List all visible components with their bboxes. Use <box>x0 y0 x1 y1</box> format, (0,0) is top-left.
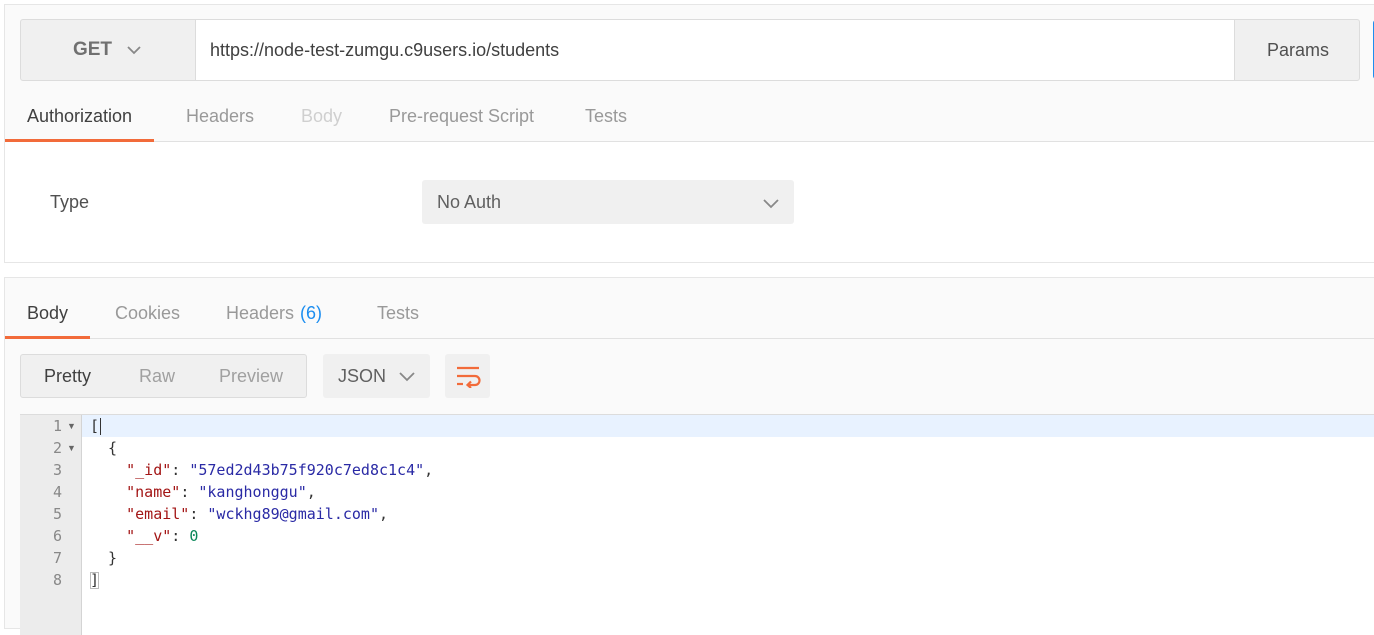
code-text: { <box>90 439 118 457</box>
tab-cookies[interactable]: Cookies <box>115 288 180 338</box>
request-tabs: Authorization Headers Body Pre-request S… <box>5 91 1374 142</box>
format-value: JSON <box>338 365 387 386</box>
tab-response-headers[interactable]: Headers (6) <box>226 288 322 338</box>
response-panel: Body Cookies Headers (6) Tests Pretty Ra… <box>4 277 1374 635</box>
fold-toggle-icon[interactable]: ▼ <box>67 437 77 459</box>
view-mode-label: Pretty <box>44 365 92 386</box>
json-value: "kanghonggu" <box>198 483 307 501</box>
view-mode-label: Preview <box>219 365 284 386</box>
code-line: "__v": 0 <box>126 527 199 545</box>
json-value: "57ed2d43b75f920c7ed8c1c4" <box>189 461 425 479</box>
url-input[interactable]: https://node-test-zumgu.c9users.io/stude… <box>195 20 1235 80</box>
json-key: "name" <box>126 483 181 501</box>
tab-label: Tests <box>585 105 628 126</box>
auth-type-label: Type <box>50 192 90 212</box>
bracket-match-marker <box>90 572 100 589</box>
code-line: ] <box>82 569 1374 591</box>
code-punct: , <box>424 461 434 479</box>
url-bar: GET https://node-test-zumgu.c9users.io/s… <box>20 19 1360 81</box>
view-mode-group: Pretty Raw Preview <box>20 354 307 398</box>
line-number: 4 <box>52 483 62 501</box>
line-number: 3 <box>52 461 62 479</box>
tab-pre-request-script[interactable]: Pre-request Script <box>389 91 534 141</box>
line-number: 7 <box>52 549 62 567</box>
chevron-down-icon <box>763 199 779 209</box>
tab-tests[interactable]: Tests <box>585 91 627 141</box>
line-number: 6 <box>52 527 62 545</box>
auth-type-select[interactable]: No Auth <box>422 180 794 224</box>
line-number-gutter: 1 ▼ 2 ▼ 3 4 5 6 7 8 <box>20 415 82 635</box>
json-value: 0 <box>189 527 199 545</box>
view-mode-label: Raw <box>139 365 176 386</box>
json-key: "email" <box>126 505 190 523</box>
code-punct: , <box>379 505 389 523</box>
tab-label: Headers <box>226 302 295 323</box>
view-mode-raw[interactable]: Raw <box>139 355 175 397</box>
wrap-lines-button[interactable] <box>445 354 490 398</box>
wrap-lines-icon <box>456 366 481 388</box>
tab-label: Pre-request Script <box>389 105 535 126</box>
tab-headers[interactable]: Headers <box>186 91 254 141</box>
method-select[interactable]: GET <box>21 20 194 80</box>
tab-label: Body <box>27 302 69 323</box>
auth-type-value: No Auth <box>437 191 502 212</box>
line-number: 1 <box>52 417 62 435</box>
code-line: "name": "kanghonggu", <box>126 483 316 501</box>
tab-authorization[interactable]: Authorization <box>5 91 155 142</box>
tab-label: Headers <box>186 105 255 126</box>
format-select[interactable]: JSON <box>323 354 430 398</box>
response-tabs: Body Cookies Headers (6) Tests <box>5 288 1374 339</box>
json-value: "wckhg89@gmail.com" <box>207 505 379 523</box>
code-line: [ <box>82 415 1374 437</box>
json-key: "_id" <box>126 461 172 479</box>
view-mode-preview[interactable]: Preview <box>219 355 283 397</box>
tab-response-tests[interactable]: Tests <box>377 288 419 338</box>
json-key: "__v" <box>126 527 172 545</box>
method-label: GET <box>72 39 113 60</box>
code-punct: , <box>306 483 316 501</box>
response-code-editor[interactable]: 1 ▼ 2 ▼ 3 4 5 6 7 8 [ { "_id": "57ed2d43… <box>20 414 1374 635</box>
headers-count-badge: (6) <box>300 302 323 323</box>
line-number: 5 <box>52 505 62 523</box>
tab-label: Tests <box>377 302 420 323</box>
tab-body[interactable]: Body <box>301 91 342 141</box>
code-line: "email": "wckhg89@gmail.com", <box>126 505 389 523</box>
tab-label: Cookies <box>115 302 181 323</box>
tab-label: Body <box>301 105 343 126</box>
tab-response-body[interactable]: Body <box>5 288 91 339</box>
chevron-down-icon <box>127 46 141 55</box>
url-text: https://node-test-zumgu.c9users.io/stude… <box>210 39 560 60</box>
line-number: 8 <box>52 571 62 589</box>
request-panel: GET https://node-test-zumgu.c9users.io/s… <box>4 4 1374 263</box>
line-number: 2 <box>52 439 62 457</box>
text-cursor <box>100 418 102 435</box>
code-text: } <box>90 549 118 567</box>
params-button[interactable]: Params <box>1237 20 1359 80</box>
code-line: } <box>82 547 1374 569</box>
authorization-body: Type No Auth <box>5 142 1374 262</box>
fold-toggle-icon[interactable]: ▼ <box>67 415 77 437</box>
tab-label: Authorization <box>27 105 133 126</box>
view-mode-pretty[interactable]: Pretty <box>44 355 91 397</box>
code-line: "_id": "57ed2d43b75f920c7ed8c1c4", <box>126 461 434 479</box>
code-area: [ { "_id": "57ed2d43b75f920c7ed8c1c4", "… <box>82 415 1374 635</box>
code-line: { <box>82 437 1374 459</box>
params-label: Params <box>1266 39 1329 60</box>
chevron-down-icon <box>399 372 415 382</box>
code-text: [ <box>90 417 100 435</box>
